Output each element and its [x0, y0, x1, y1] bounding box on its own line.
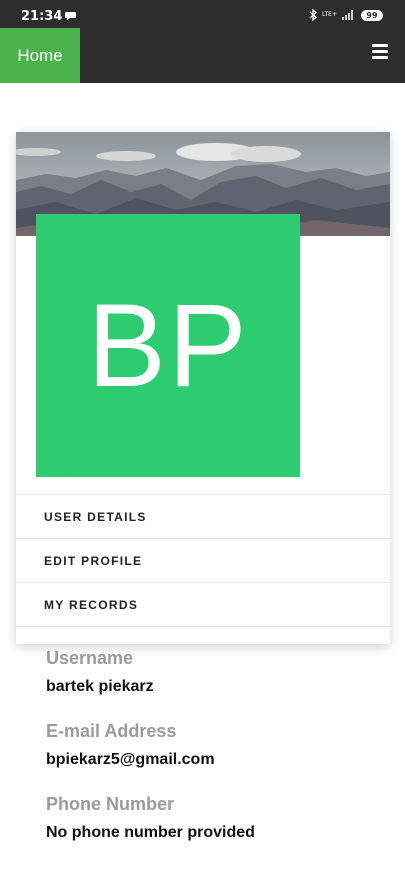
status-time: 21:34: [21, 9, 63, 24]
status-icons: LTE+ 99: [308, 8, 383, 22]
user-details-section: Username bartek piekarz E-mail Address b…: [46, 648, 386, 867]
menu-item-edit-profile[interactable]: EDIT PROFILE: [16, 538, 390, 582]
home-tab[interactable]: Home: [0, 28, 80, 83]
bluetooth-icon: [309, 9, 317, 21]
phone-value: No phone number provided: [46, 824, 255, 841]
username-label: Username: [46, 648, 134, 668]
signal-icon: [342, 10, 353, 20]
avatar-initials: BP: [87, 279, 249, 412]
phone-label: Phone Number: [46, 794, 175, 814]
home-tab-label: Home: [17, 45, 63, 65]
avatar: BP: [36, 214, 300, 477]
username-value: bartek piekarz: [46, 678, 154, 695]
email-label: E-mail Address: [46, 721, 177, 741]
profile-card: BP USER DETAILS EDIT PROFILE MY RECORDS: [16, 132, 390, 644]
battery-icon: 99: [361, 9, 383, 21]
email-value: bpiekarz5@gmail.com: [46, 751, 215, 768]
menu-item-label: MY RECORDS: [44, 597, 139, 612]
battery-level: 99: [366, 10, 378, 20]
message-icon: [65, 12, 76, 20]
status-bar: 21:34 LTE+ 99: [0, 0, 405, 28]
menu-item-label: USER DETAILS: [44, 509, 147, 524]
menu-item-my-records[interactable]: MY RECORDS: [16, 582, 390, 627]
profile-menu: USER DETAILS EDIT PROFILE MY RECORDS: [16, 494, 390, 627]
menu-item-user-details[interactable]: USER DETAILS: [16, 494, 390, 538]
network-type: LTE+: [322, 11, 337, 18]
top-nav-bar: Home: [0, 28, 405, 83]
hamburger-icon[interactable]: [372, 44, 388, 60]
menu-item-label: EDIT PROFILE: [44, 553, 143, 568]
